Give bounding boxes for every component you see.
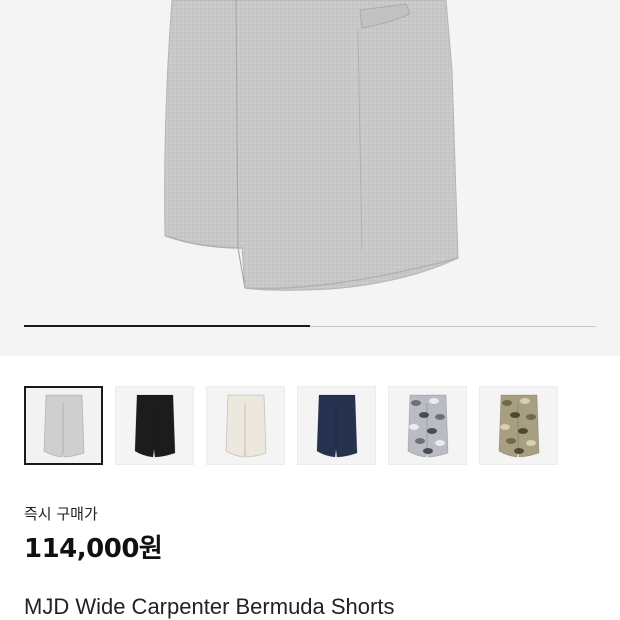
product-image-carousel[interactable] [0,0,620,356]
shorts-black-image [134,394,175,457]
instant-buy-price-label: 즉시 구매가 [24,505,98,523]
carousel-progress-bar [24,325,596,327]
color-thumbnail-list [24,386,558,465]
carousel-progress-indicator [24,325,310,327]
thumbnail-ivory[interactable] [206,386,285,465]
thumbnail-desert-camo[interactable] [479,386,558,465]
product-page: 즉시 구매가 114,000원 MJD Wide Carpenter Bermu… [0,0,620,620]
thumbnail-snow-camo[interactable] [388,386,467,465]
product-main-image [164,0,459,291]
shorts-desert-camo-image [498,394,539,457]
thumbnail-black[interactable] [115,386,194,465]
shorts-navy-image [316,394,357,457]
price-value: 114,000원 [24,534,163,564]
shorts-ivory-image [225,394,266,457]
thumbnail-navy[interactable] [297,386,376,465]
shorts-melange-gray-image [43,394,84,457]
thumbnail-melange-gray[interactable] [24,386,103,465]
shorts-snow-camo-image [407,394,448,457]
product-name: MJD Wide Carpenter Bermuda Shorts [24,594,395,619]
